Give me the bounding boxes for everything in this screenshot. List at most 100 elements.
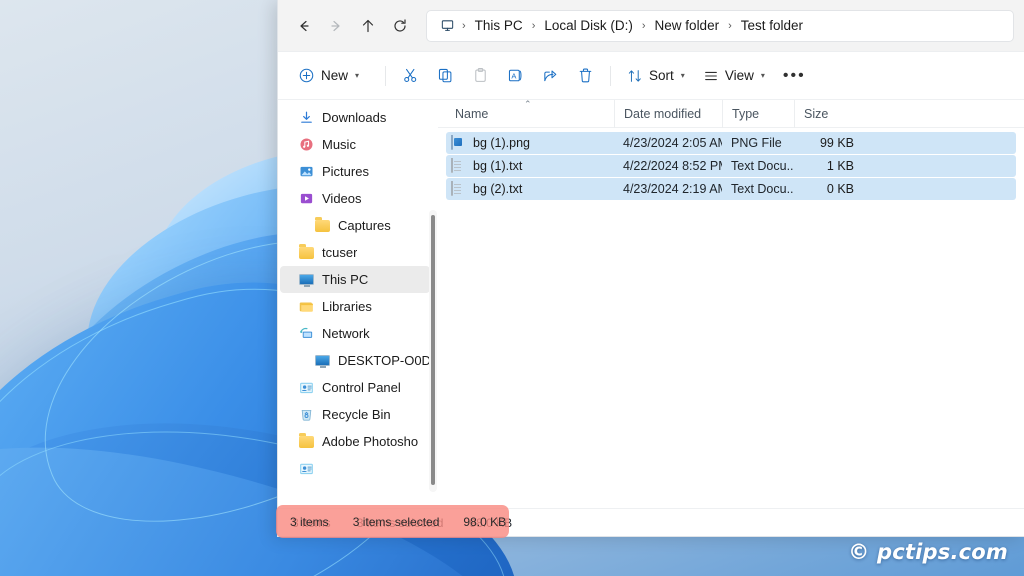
breadcrumb-item-test-folder[interactable]: Test folder: [734, 15, 810, 36]
sidebar-item-extra[interactable]: [280, 455, 430, 482]
file-name-cell: bg (2).txt: [446, 181, 614, 197]
file-size-cell: 99 KB: [794, 136, 866, 150]
sidebar-item-network[interactable]: Network: [280, 320, 430, 347]
sidebar-item-label: DESKTOP-O0D: [338, 353, 430, 368]
back-button[interactable]: [288, 10, 320, 42]
breadcrumb-separator: ›: [726, 20, 734, 32]
plus-circle-icon: [298, 67, 315, 84]
file-name-cell: bg (1).png: [446, 135, 614, 151]
sort-button[interactable]: Sort ▾: [618, 60, 694, 92]
downloads-icon: [298, 110, 314, 126]
column-header-type[interactable]: Type: [722, 100, 794, 128]
column-header-name[interactable]: Name ⌃: [446, 100, 614, 128]
file-date-cell: 4/23/2024 2:19 AM: [614, 182, 722, 196]
status-bar-highlighted-text: 3 items 3 items selected 98.0 KB: [276, 505, 509, 538]
sidebar-item-downloads[interactable]: Downloads: [280, 104, 430, 131]
more-options-button[interactable]: •••: [774, 60, 815, 92]
forward-button[interactable]: [320, 10, 352, 42]
sidebar-item-label: Libraries: [322, 299, 372, 314]
file-name-label: bg (2).txt: [473, 182, 522, 196]
sidebar-item-label: Pictures: [322, 164, 369, 179]
toolbar-divider: [610, 66, 611, 86]
breadcrumb[interactable]: › This PC › Local Disk (D:) › New folder…: [426, 10, 1014, 42]
chevron-down-icon: ▾: [355, 71, 359, 80]
sidebar-item-label: This PC: [322, 272, 368, 287]
sidebar-item-libraries[interactable]: Libraries: [280, 293, 430, 320]
this-pc-icon[interactable]: [435, 15, 460, 36]
file-type-cell: Text Docu...: [722, 159, 794, 173]
sidebar-item-label: Adobe Photosho: [322, 434, 418, 449]
rename-button[interactable]: A: [498, 60, 533, 92]
column-header-date-label: Date modified: [624, 107, 701, 121]
breadcrumb-separator: ›: [640, 20, 648, 32]
trash-icon: [577, 67, 594, 84]
network-icon: [298, 326, 314, 342]
sidebar-item-pictures[interactable]: Pictures: [280, 158, 430, 185]
file-name-cell: bg (1).txt: [446, 158, 614, 174]
column-header-size-label: Size: [804, 107, 828, 121]
sidebar-item-adobe-photoshop[interactable]: Adobe Photosho: [280, 428, 430, 455]
libraries-icon: [298, 299, 314, 315]
this-pc-icon: [298, 272, 314, 288]
sidebar-item-recycle-bin[interactable]: Recycle Bin: [280, 401, 430, 428]
ellipsis-icon: •••: [783, 71, 806, 81]
png-file-icon: [451, 135, 465, 151]
command-bar: New ▾: [278, 52, 1024, 100]
view-button[interactable]: View ▾: [694, 60, 774, 92]
chevron-down-icon: ▾: [761, 71, 765, 80]
sidebar-item-label: Network: [322, 326, 370, 341]
file-explorer-window: › This PC › Local Disk (D:) › New folder…: [277, 0, 1024, 537]
sort-button-label: Sort: [649, 68, 674, 83]
breadcrumb-item-new-folder[interactable]: New folder: [648, 15, 727, 36]
up-button[interactable]: [352, 10, 384, 42]
share-button[interactable]: [533, 60, 568, 92]
paste-button[interactable]: [463, 60, 498, 92]
sidebar-item-tcuser[interactable]: tcuser: [280, 239, 430, 266]
column-header-date-modified[interactable]: Date modified: [614, 100, 722, 128]
recycle-bin-icon: [298, 407, 314, 423]
svg-text:A: A: [511, 71, 517, 80]
copy-button[interactable]: [428, 60, 463, 92]
file-name-label: bg (1).txt: [473, 159, 522, 173]
sidebar-item-desktop-computer[interactable]: DESKTOP-O0D: [280, 347, 430, 374]
table-row[interactable]: bg (1).txt 4/22/2024 8:52 PM Text Docu..…: [446, 155, 1016, 177]
delete-button[interactable]: [568, 60, 603, 92]
file-list-pane: Name ⌃ Date modified Type Size bg (1: [438, 100, 1024, 508]
refresh-button[interactable]: [384, 10, 416, 42]
sidebar-item-label: Downloads: [322, 110, 386, 125]
column-header-row: Name ⌃ Date modified Type Size: [438, 100, 1024, 128]
address-bar: › This PC › Local Disk (D:) › New folder…: [278, 0, 1024, 52]
videos-icon: [298, 191, 314, 207]
watermark: © pctips.com: [848, 540, 1008, 564]
text-file-icon: [451, 158, 465, 174]
column-header-name-label: Name: [455, 107, 488, 121]
sidebar-item-label: Videos: [322, 191, 362, 206]
sidebar-item-label: Captures: [338, 218, 391, 233]
view-button-label: View: [725, 68, 754, 83]
cut-button[interactable]: [393, 60, 428, 92]
copy-icon: [437, 67, 454, 84]
status-selection-size-overlay: 98.0 KB: [463, 515, 506, 529]
navigation-scrollbar-thumb[interactable]: [431, 215, 435, 485]
status-item-count-overlay: 3 items: [290, 515, 329, 529]
breadcrumb-item-local-disk[interactable]: Local Disk (D:): [537, 15, 640, 36]
sidebar-item-control-panel[interactable]: Control Panel: [280, 374, 430, 401]
share-icon: [542, 67, 559, 84]
sort-ascending-icon: ⌃: [524, 99, 532, 109]
sidebar-item-music[interactable]: Music: [280, 131, 430, 158]
breadcrumb-item-this-pc[interactable]: This PC: [468, 15, 530, 36]
breadcrumb-separator: ›: [530, 20, 538, 32]
navigation-pane: Downloads Music: [278, 100, 438, 508]
sidebar-item-captures[interactable]: Captures: [280, 212, 430, 239]
sidebar-item-videos[interactable]: Videos: [280, 185, 430, 212]
column-header-size[interactable]: Size: [794, 100, 866, 128]
table-row[interactable]: bg (1).png 4/23/2024 2:05 AM PNG File 99…: [446, 132, 1016, 154]
folder-icon: [298, 434, 314, 450]
file-type-cell: Text Docu...: [722, 182, 794, 196]
table-row[interactable]: bg (2).txt 4/23/2024 2:19 AM Text Docu..…: [446, 178, 1016, 200]
computer-icon: [314, 353, 330, 369]
new-button[interactable]: New ▾: [292, 60, 368, 92]
sidebar-item-this-pc[interactable]: This PC: [280, 266, 430, 293]
music-icon: [298, 137, 314, 153]
scissors-icon: [402, 67, 419, 84]
